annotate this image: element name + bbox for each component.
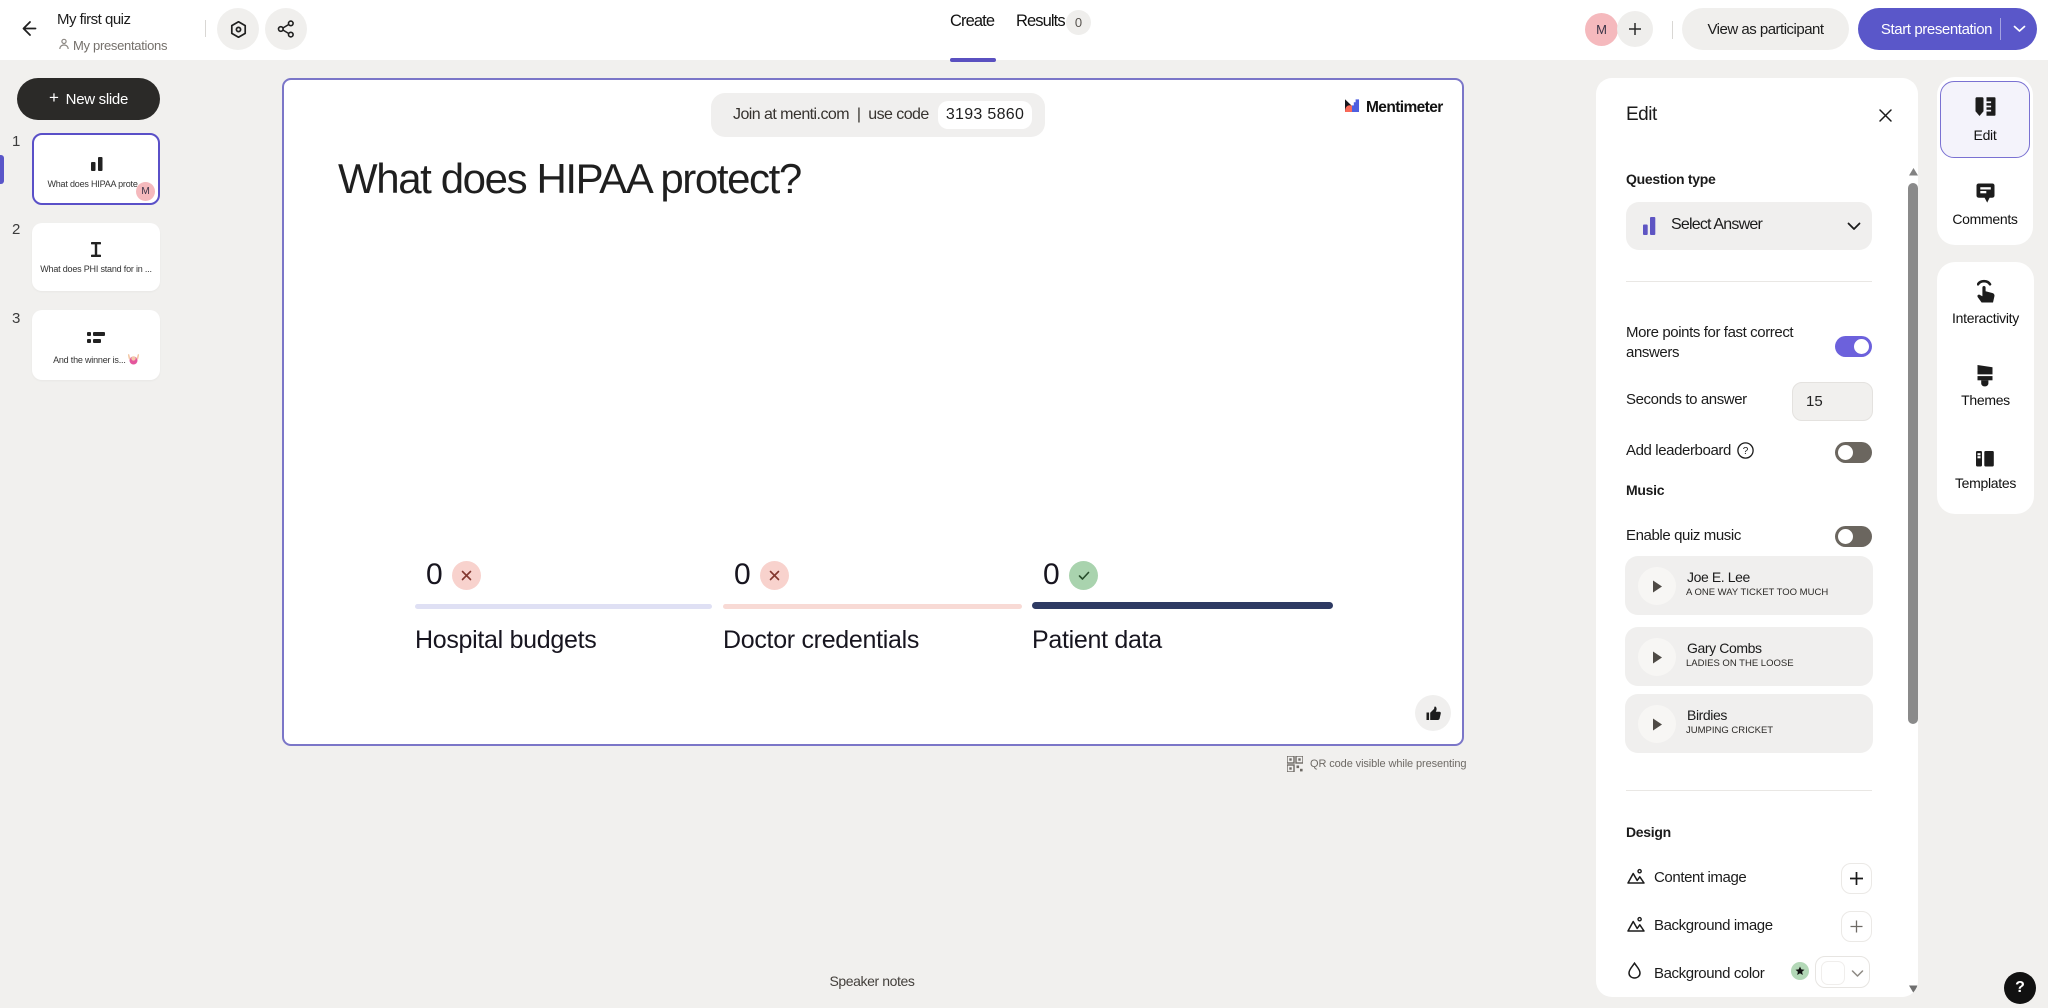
- svg-text:?: ?: [1743, 446, 1749, 457]
